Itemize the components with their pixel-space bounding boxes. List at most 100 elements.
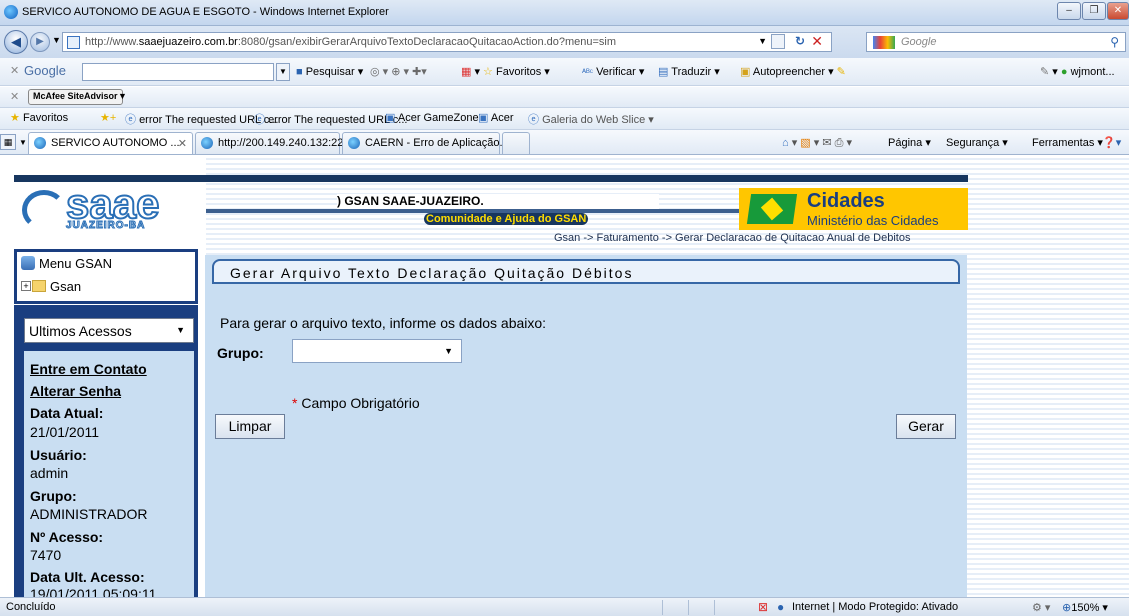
form-title: Gerar Arquivo Texto Declaração Quitação … [230,265,634,281]
window-title: SERVICO AUTONOMO DE AGUA E ESGOTO - Wind… [22,6,389,18]
minimize-button[interactable]: – [1057,2,1081,20]
close-window-button[interactable]: ✕ [1107,2,1129,20]
user-label: Usuário: [30,447,87,463]
ie-page-icon [348,137,360,149]
google-search-button[interactable]: ■ Pesquisar ▾ [296,65,363,78]
user-value: admin [30,465,69,481]
stop-icon[interactable]: ✕ [811,33,823,50]
ie-page-icon [201,137,213,149]
page-viewport: ) GSAN SAAE-JUAZEIRO. Comunidade e Ajuda… [0,155,1129,597]
command-icons[interactable]: ⌂ ▾ ▧ ▾ ✉ ⎙ ▾ [782,136,852,150]
help-icon[interactable]: ❓▾ [1102,136,1121,149]
traduzir-button[interactable]: ▤ Traduzir ▾ [658,65,720,78]
cidades-title: Cidades [807,190,885,212]
search-box[interactable]: Google ⚲ [866,32,1126,52]
address-dropdown-icon[interactable]: ▼ [758,36,767,46]
header-banner: ) GSAN SAAE-JUAZEIRO. Comunidade e Ajuda… [206,172,968,244]
tabs-row: ▦ ▼ SERVICO AUTONOMO ... ✕ http://200.14… [0,130,1129,155]
mcafee-dropdown-icon[interactable]: ▼ [118,91,127,101]
add-ons-icon[interactable]: ⚙ ▾ [1032,601,1050,614]
ie-logo-icon [4,5,18,19]
tab-servico-autonomo[interactable]: SERVICO AUTONOMO ... ✕ [28,132,193,154]
back-button[interactable]: ◀ [4,30,28,54]
status-text: Concluído [6,601,56,613]
system-title: ) GSAN SAAE-JUAZEIRO. [337,194,484,208]
brazil-flag-icon [746,194,798,224]
cidades-logo: Cidades Ministério das Cidades [739,188,968,230]
menu-title: Menu GSAN [39,256,112,271]
google-toolbar: ✕ Google ▼ ■ Pesquisar ▾ ◎ ▾ ⊕ ▾ ✚▾ ▦ ▾ … [0,58,1129,86]
verificar-button[interactable]: ᴬᴮᶜ Verificar ▾ [582,65,644,78]
tree-root-gsan[interactable]: Gsan [50,279,81,294]
new-tab-button[interactable] [502,132,530,154]
google-g-icon: ■ [296,66,303,78]
logo-swirl-icon [22,190,66,230]
seguranca-menu[interactable]: Segurança ▾ [946,136,1008,149]
refresh-icon[interactable]: ↻ [795,34,805,48]
address-url: http://www.saaejuazeiro.com.br:8080/gsan… [85,36,617,48]
compat-view-icon[interactable] [771,34,785,49]
web-slice-gallery-link[interactable]: ⓔ Galeria do Web Slice ▾ [528,111,654,127]
chevron-down-icon: ▼ [176,325,185,335]
favoritos-toolbar-button[interactable]: ▦ ▾ ☆ Favoritos ▾ [461,65,550,78]
google-search-input[interactable] [82,63,274,81]
maximize-button[interactable]: ❐ [1082,2,1106,20]
forward-button[interactable]: ▶ [30,32,50,52]
google-logo-icon [873,36,895,49]
tab-caern[interactable]: CAERN - Erro de Aplicação... [342,132,509,154]
address-row: ◀ ▶ ▼ http://www.saaejuazeiro.com.br:808… [0,26,1129,58]
ferramentas-menu[interactable]: Ferramentas ▾ [1032,136,1103,149]
form-intro: Para gerar o arquivo texto, informe os d… [220,315,547,331]
access-number-label: Nº Acesso: [30,529,104,545]
required-asterisk: * [292,395,298,411]
address-input[interactable]: http://www.saaejuazeiro.com.br:8080/gsan… [62,32,832,52]
contact-link[interactable]: Entre em Contato [30,361,147,377]
favorites-button[interactable]: ★ Favoritos [10,111,68,124]
close-mcafee-icon[interactable]: ✕ [10,90,19,103]
page-icon [67,36,80,49]
quick-tabs-icon[interactable]: ▦ [0,134,16,150]
generate-button[interactable]: Gerar [896,414,956,439]
close-tab-icon[interactable]: ✕ [178,137,187,150]
security-zone-text: Internet | Modo Protegido: Ativado [792,601,959,613]
toolbar-tools-icons[interactable]: ◎ ▾ ⊕ ▾ ✚▾ [370,65,427,78]
recent-access-select[interactable]: Ultimos Acessos ▼ [24,318,194,343]
community-link[interactable]: Comunidade e Ajuda do GSAN [424,213,589,225]
status-separator [662,600,663,615]
status-separator [714,600,715,615]
protected-mode-icon: ⊠ [758,600,769,614]
user-info-panel: Entre em Contato Alterar Senha Data Atua… [24,351,194,597]
access-number-value: 7470 [30,547,62,563]
tab-list-dropdown-icon[interactable]: ▼ [19,138,27,147]
clear-button[interactable]: Limpar [215,414,285,439]
account-button[interactable]: ✎ ▾ ● wjmont... [1040,65,1115,78]
last-access-label: Data Ult. Acesso: [30,569,145,585]
tab-200-149[interactable]: http://200.149.240.132:222... [195,132,359,154]
group-label: Grupo: [30,488,77,504]
mcafee-siteadvisor-button[interactable]: McAfee SiteAdvisor [28,89,123,105]
close-toolbar-icon[interactable]: ✕ [10,64,19,77]
logo-text: saae [65,180,160,227]
last-access-value: 19/01/2011 05:09:11 [30,586,157,597]
google-search-dropdown-icon[interactable]: ▼ [276,63,290,81]
logo-subtext: JUAZEIRO-BA [65,220,146,232]
favorite-link-3[interactable]: ▣ Acer GameZone [385,111,479,124]
search-icon[interactable]: ⚲ [1110,35,1119,49]
computer-icon [21,256,35,270]
internet-globe-icon: ● [777,600,785,614]
chevron-down-icon: ▼ [444,346,453,356]
google-brand: Google [24,63,66,78]
grupo-select[interactable]: ▼ [292,339,462,363]
add-favorite-icon[interactable]: ★+ [100,111,116,124]
grupo-label: Grupo: [217,345,264,361]
favorites-bar: ★ Favoritos ★+ ⓔ error The requested URL… [0,108,1129,130]
group-value: ADMINISTRADOR [30,506,148,522]
pagina-menu[interactable]: Página ▾ [888,136,931,149]
favorite-link-4[interactable]: ▣ Acer [478,111,513,124]
required-note: * Campo Obrigatório [292,395,420,411]
expand-icon[interactable]: + [21,281,31,291]
history-dropdown-icon[interactable]: ▼ [52,35,61,45]
autopreencher-button[interactable]: ▣ Autopreencher ▾ ✎ [740,65,846,78]
change-password-link[interactable]: Alterar Senha [30,383,121,399]
zoom-control[interactable]: ⊕150% ▾ [1062,601,1108,614]
